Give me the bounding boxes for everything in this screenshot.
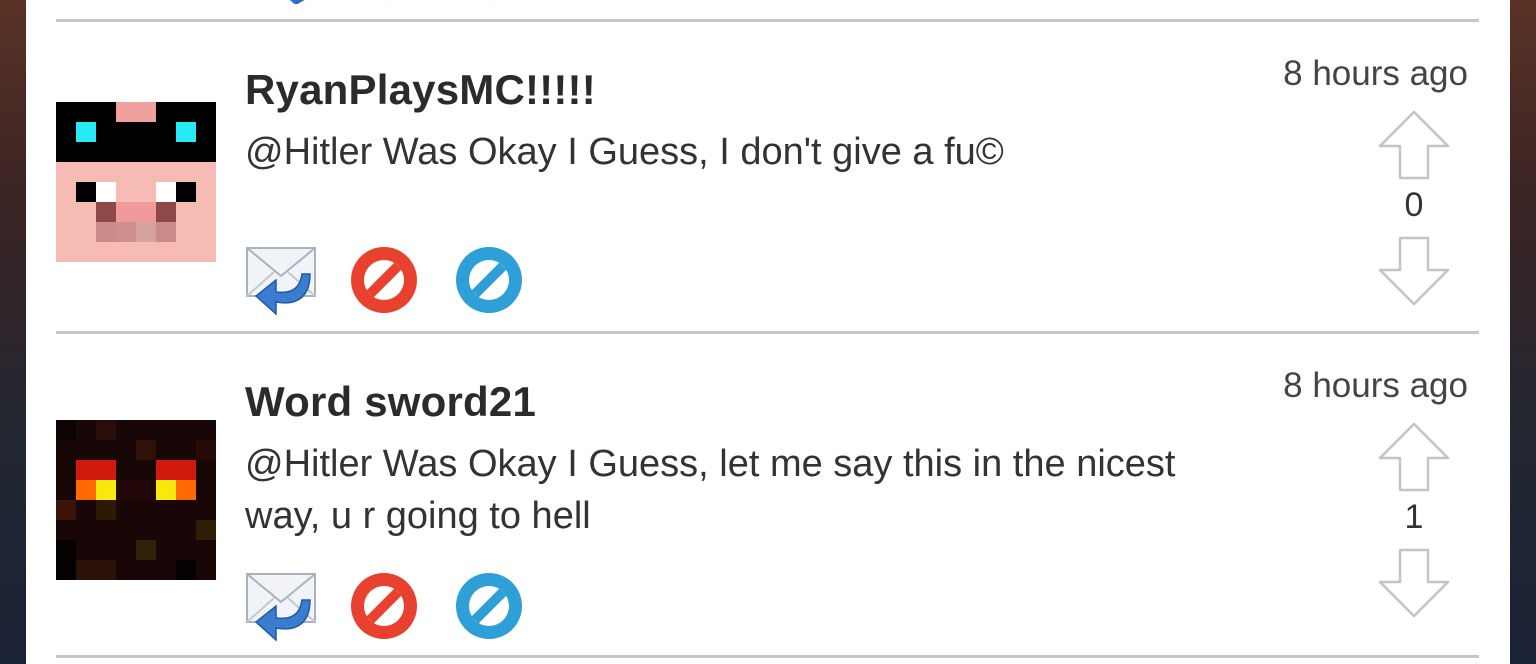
comment-timestamp: 8 hours ago [1283,366,1468,405]
comment-item: Word sword21 @Hitler Was Okay I Guess, l… [26,334,1510,644]
downvote-arrow-icon[interactable] [1374,234,1454,308]
upvote-arrow-icon[interactable] [1374,108,1454,182]
comment-username[interactable]: Word sword21 [245,378,536,426]
vote-count: 0 [1404,186,1424,224]
comment-username[interactable]: RyanPlaysMC!!!!! [245,66,596,114]
comment-text: @Hitler Was Okay I Guess, let me say thi… [245,443,1176,537]
report-block-icon[interactable] [364,0,410,4]
report-block-icon[interactable] [348,570,420,642]
reply-envelope-icon[interactable] [244,570,320,644]
comment-timestamp: 8 hours ago [1283,54,1468,93]
reply-envelope-icon[interactable] [278,0,318,4]
avatar[interactable] [56,102,216,262]
report-block-icon[interactable] [348,244,420,316]
comments-panel: RyanPlaysMC!!!!! @Hitler Was Okay I Gues… [26,0,1510,664]
comment-divider [56,655,1479,658]
block-icon[interactable] [453,244,525,316]
reply-envelope-icon[interactable] [244,244,320,318]
comment-text: @Hitler Was Okay I Guess, I don't give a… [245,131,1004,173]
block-icon[interactable] [468,0,514,4]
avatar[interactable] [56,420,216,580]
downvote-arrow-icon[interactable] [1374,546,1454,620]
upvote-arrow-icon[interactable] [1374,420,1454,494]
vote-count: 1 [1404,498,1424,536]
comment-item: RyanPlaysMC!!!!! @Hitler Was Okay I Gues… [26,22,1510,332]
block-icon[interactable] [453,570,525,642]
